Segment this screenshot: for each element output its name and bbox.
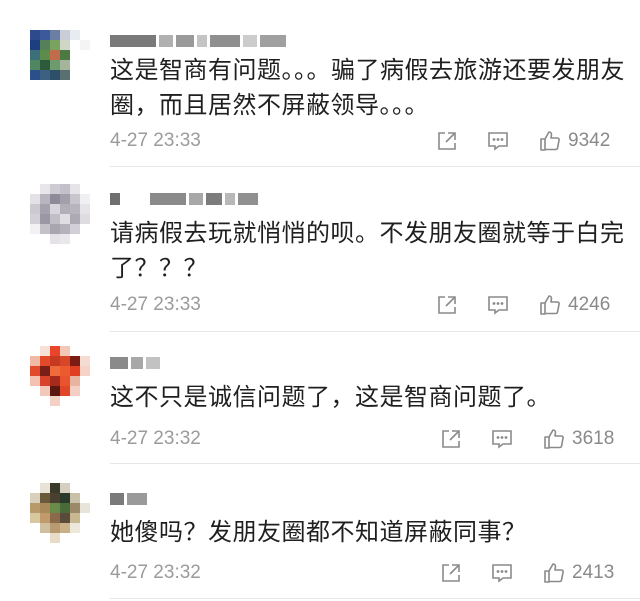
- comment-meta: 4-27 23:32 2413: [110, 559, 620, 587]
- avatar[interactable]: [30, 184, 90, 244]
- username-blurred[interactable]: [110, 488, 147, 510]
- comment-icon[interactable]: [490, 561, 514, 585]
- username-blurred[interactable]: [110, 352, 160, 374]
- thumbs-up-icon[interactable]: [542, 427, 566, 451]
- comment-icon[interactable]: [486, 293, 510, 317]
- comment-text: 请病假去玩就悄悄的呗。不发朋友圈就等于白完了？？？: [110, 219, 625, 282]
- divider: [110, 331, 640, 332]
- comment-meta: 4-27 23:33 4246: [110, 291, 620, 319]
- comment-time: 4-27 23:33: [110, 130, 201, 151]
- thumbs-up-icon[interactable]: [538, 293, 562, 317]
- comment-meta: 4-27 23:32 3618: [110, 425, 620, 453]
- comment-icon[interactable]: [486, 129, 510, 153]
- comment-meta: 4-27 23:33 9342: [110, 127, 620, 155]
- avatar[interactable]: [30, 30, 90, 90]
- divider: [110, 166, 640, 167]
- avatar[interactable]: [30, 346, 90, 406]
- divider: [110, 598, 640, 599]
- divider: [110, 463, 640, 464]
- thumbs-up-icon[interactable]: [538, 129, 562, 153]
- comment-text: 她傻吗？发朋友圈都不知道屏蔽同事？: [110, 518, 527, 546]
- like-count: 2413: [572, 562, 615, 583]
- comment-text: 这不只是诚信问题了，这是智商问题了。: [110, 383, 551, 411]
- share-icon[interactable]: [435, 129, 459, 153]
- like-count: 4246: [568, 294, 611, 315]
- avatar[interactable]: [30, 483, 90, 543]
- like-count: 9342: [568, 130, 611, 151]
- share-icon[interactable]: [439, 561, 463, 585]
- username-blurred[interactable]: [110, 188, 258, 210]
- share-icon[interactable]: [439, 427, 463, 451]
- username-blurred[interactable]: [110, 30, 286, 52]
- comment-time: 4-27 23:32: [110, 428, 201, 449]
- comment-time: 4-27 23:32: [110, 562, 201, 583]
- comment-text: 这是智商有问题。。。骗了病假去旅游还要发朋友圈，而且居然不屏蔽领导。。。: [110, 56, 625, 119]
- like-count: 3618: [572, 428, 615, 449]
- comment-time: 4-27 23:33: [110, 294, 201, 315]
- share-icon[interactable]: [435, 293, 459, 317]
- thumbs-up-icon[interactable]: [542, 561, 566, 585]
- comment-icon[interactable]: [490, 427, 514, 451]
